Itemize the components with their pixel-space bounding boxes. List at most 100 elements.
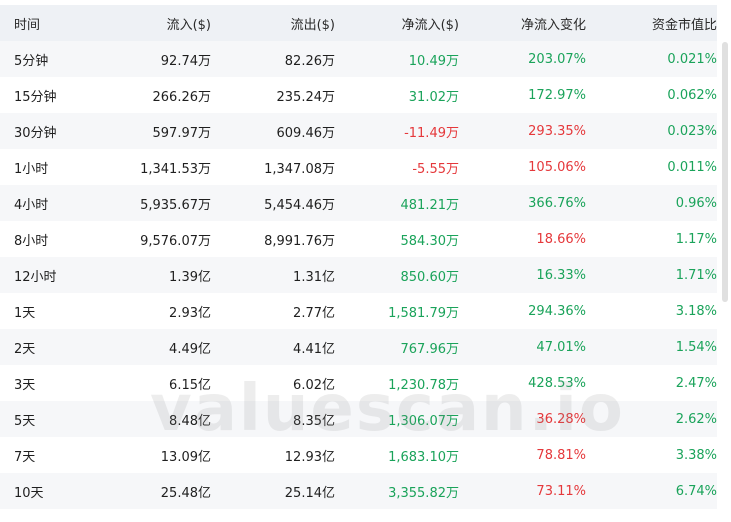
cell-net-change: 366.76% — [528, 195, 586, 211]
cell-ratio: 1.17% — [675, 231, 717, 247]
table-row: 8小时 9,576.07万 8,991.76万 584.30万 18.66% 1.17% — [0, 221, 717, 257]
scrollbar[interactable] — [722, 42, 728, 302]
cell-net-inflow: -11.49万 — [404, 125, 459, 141]
table-row: 2天 4.49亿 4.41亿 767.96万 47.01% 1.54% — [0, 329, 717, 365]
table-row: 3天 6.15亿 6.02亿 1,230.78万 428.53% 2.47% — [0, 365, 717, 401]
cell-ratio: 2.47% — [675, 375, 717, 391]
cell-period: 5分钟 — [14, 53, 49, 69]
cell-period: 10天 — [14, 485, 44, 501]
cell-outflow: 8,991.76万 — [264, 233, 335, 249]
cell-net-inflow: 1,581.79万 — [388, 305, 459, 321]
cell-net-change: 172.97% — [528, 87, 586, 103]
cell-period: 30分钟 — [14, 125, 57, 141]
table-row: 5分钟 92.74万 82.26万 10.49万 203.07% 0.021% — [0, 41, 717, 77]
cell-outflow: 235.24万 — [276, 89, 336, 105]
cell-net-inflow: -5.55万 — [412, 161, 459, 177]
cell-ratio: 2.62% — [675, 411, 717, 427]
table-body: 5分钟 92.74万 82.26万 10.49万 203.07% 0.021% 15分钟 26… — [0, 41, 717, 509]
cell-outflow: 8.35亿 — [293, 413, 335, 429]
cell-inflow: 597.97万 — [152, 125, 212, 141]
cell-outflow: 82.26万 — [284, 53, 335, 69]
cell-outflow: 1,347.08万 — [264, 161, 335, 177]
cell-net-change: 36.28% — [536, 411, 586, 427]
cell-inflow: 9,576.07万 — [140, 233, 211, 249]
cell-net-inflow: 3,355.82万 — [388, 485, 459, 501]
cell-outflow: 25.14亿 — [284, 485, 335, 501]
cell-net-change: 47.01% — [536, 339, 586, 355]
cell-inflow: 1,341.53万 — [140, 161, 211, 177]
cell-net-inflow: 10.49万 — [408, 53, 459, 69]
table-row: 5天 8.48亿 8.35亿 1,306.07万 36.28% 2.62% — [0, 401, 717, 437]
cell-outflow: 12.93亿 — [284, 449, 335, 465]
cell-outflow: 5,454.46万 — [264, 197, 335, 213]
cell-ratio: 3.38% — [675, 447, 717, 463]
col-header-net-change[interactable]: 净流入变化 — [459, 14, 586, 33]
cell-net-inflow: 481.21万 — [400, 197, 460, 213]
cell-inflow: 4.49亿 — [169, 341, 211, 357]
col-header-ratio[interactable]: 资金市值比 — [586, 14, 717, 33]
table-row: 7天 13.09亿 12.93亿 1,683.10万 78.81% 3.38% — [0, 437, 717, 473]
cell-net-change: 203.07% — [528, 51, 586, 67]
col-header-period[interactable]: 时间 — [0, 14, 90, 33]
cell-inflow: 8.48亿 — [169, 413, 211, 429]
cell-ratio: 0.011% — [667, 159, 717, 175]
cell-inflow: 6.15亿 — [169, 377, 211, 393]
cell-period: 3天 — [14, 377, 36, 393]
cell-period: 1小时 — [14, 161, 49, 177]
cell-ratio: 0.023% — [667, 123, 717, 139]
cell-period: 12小时 — [14, 269, 57, 285]
table-row: 12小时 1.39亿 1.31亿 850.60万 16.33% 1.71% — [0, 257, 717, 293]
cell-net-inflow: 584.30万 — [400, 233, 460, 249]
cell-inflow: 5,935.67万 — [140, 197, 211, 213]
table-row: 15分钟 266.26万 235.24万 31.02万 172.97% 0.062% — [0, 77, 717, 113]
cell-outflow: 609.46万 — [276, 125, 336, 141]
cell-ratio: 1.54% — [675, 339, 717, 355]
table-row: 10天 25.48亿 25.14亿 3,355.82万 73.11% 6.74% — [0, 473, 717, 509]
cell-net-change: 105.06% — [528, 159, 586, 175]
cell-net-change: 78.81% — [536, 447, 586, 463]
cell-period: 7天 — [14, 449, 36, 465]
cell-period: 15分钟 — [14, 89, 57, 105]
table-row: 30分钟 597.97万 609.46万 -11.49万 293.35% 0.023% — [0, 113, 717, 149]
cell-period: 4小时 — [14, 197, 49, 213]
fund-flow-table: 时间 流入($) 流出($) 净流入($) 净流入变化 资金市值比 5分钟 92.… — [0, 5, 717, 509]
cell-ratio: 3.18% — [675, 303, 717, 319]
cell-net-change: 73.11% — [536, 483, 586, 499]
scrollbar-thumb[interactable] — [722, 42, 728, 302]
cell-period: 2天 — [14, 341, 36, 357]
cell-ratio: 0.96% — [675, 195, 717, 211]
cell-net-inflow: 1,230.78万 — [388, 377, 459, 393]
cell-inflow: 2.93亿 — [169, 305, 211, 321]
cell-outflow: 1.31亿 — [293, 269, 335, 285]
cell-ratio: 0.021% — [667, 51, 717, 67]
cell-outflow: 6.02亿 — [293, 377, 335, 393]
cell-net-inflow: 850.60万 — [400, 269, 460, 285]
cell-ratio: 6.74% — [675, 483, 717, 499]
cell-inflow: 13.09亿 — [160, 449, 211, 465]
cell-ratio: 0.062% — [667, 87, 717, 103]
cell-period: 1天 — [14, 305, 36, 321]
cell-inflow: 25.48亿 — [160, 485, 211, 501]
cell-net-inflow: 767.96万 — [400, 341, 460, 357]
table-row: 1天 2.93亿 2.77亿 1,581.79万 294.36% 3.18% — [0, 293, 717, 329]
cell-period: 8小时 — [14, 233, 49, 249]
cell-net-change: 16.33% — [536, 267, 586, 283]
cell-net-change: 294.36% — [528, 303, 586, 319]
table-row: 4小时 5,935.67万 5,454.46万 481.21万 366.76% 0.96% — [0, 185, 717, 221]
table-row: 1小时 1,341.53万 1,347.08万 -5.55万 105.06% 0.011% — [0, 149, 717, 185]
cell-net-inflow: 1,683.10万 — [388, 449, 459, 465]
cell-outflow: 2.77亿 — [293, 305, 335, 321]
col-header-net-inflow[interactable]: 净流入($) — [335, 14, 459, 33]
col-header-inflow[interactable]: 流入($) — [90, 14, 211, 33]
cell-net-change: 293.35% — [528, 123, 586, 139]
cell-net-change: 18.66% — [536, 231, 586, 247]
table-header: 时间 流入($) 流出($) 净流入($) 净流入变化 资金市值比 — [0, 5, 717, 41]
cell-inflow: 266.26万 — [152, 89, 212, 105]
cell-net-inflow: 31.02万 — [408, 89, 459, 105]
cell-ratio: 1.71% — [675, 267, 717, 283]
cell-net-change: 428.53% — [528, 375, 586, 391]
cell-net-inflow: 1,306.07万 — [388, 413, 459, 429]
col-header-outflow[interactable]: 流出($) — [211, 14, 335, 33]
cell-inflow: 1.39亿 — [169, 269, 211, 285]
cell-outflow: 4.41亿 — [293, 341, 335, 357]
